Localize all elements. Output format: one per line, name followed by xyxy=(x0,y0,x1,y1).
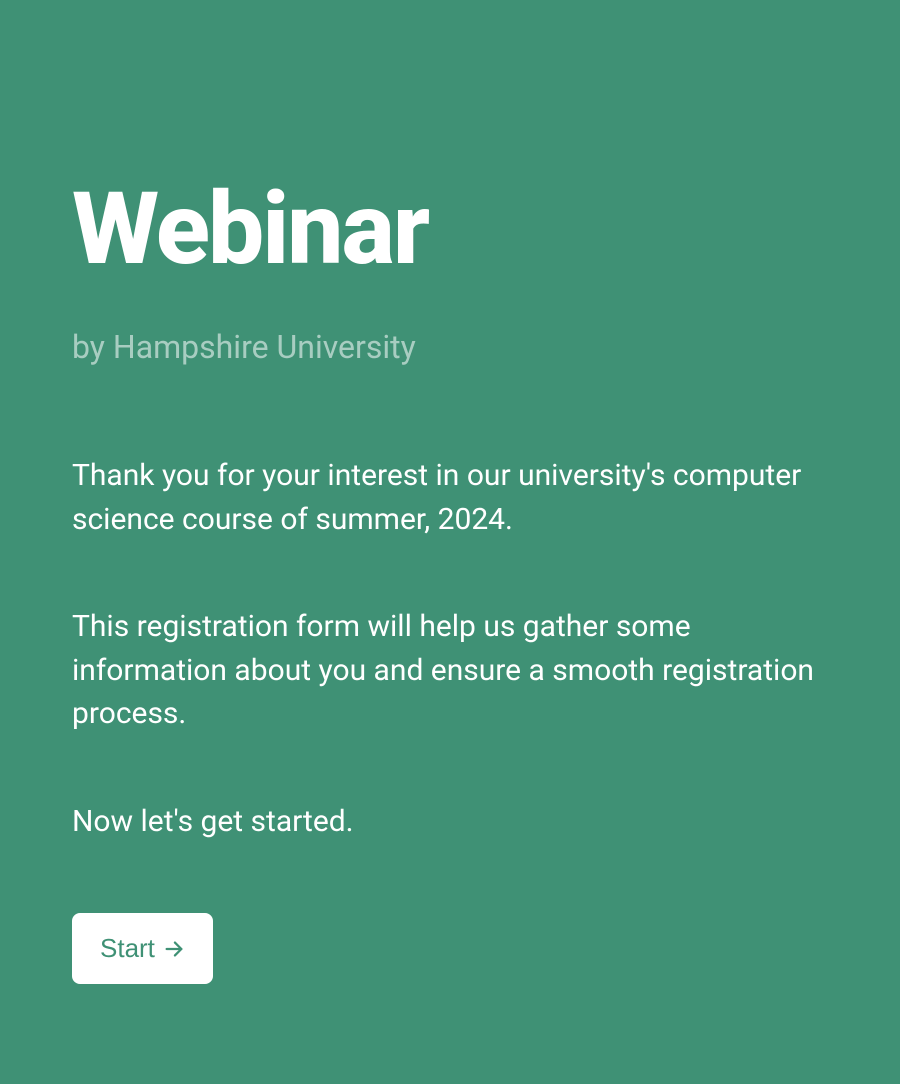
page-title: Webinar xyxy=(72,180,828,280)
arrow-right-icon xyxy=(163,938,185,960)
intro-paragraph-1: Thank you for your interest in our unive… xyxy=(72,454,828,541)
page-subtitle: by Hampshire University xyxy=(72,328,828,366)
start-button-label: Start xyxy=(100,933,155,964)
intro-paragraph-2: This registration form will help us gath… xyxy=(72,605,828,736)
start-button[interactable]: Start xyxy=(72,913,213,984)
intro-paragraph-3: Now let's get started. xyxy=(72,800,828,844)
